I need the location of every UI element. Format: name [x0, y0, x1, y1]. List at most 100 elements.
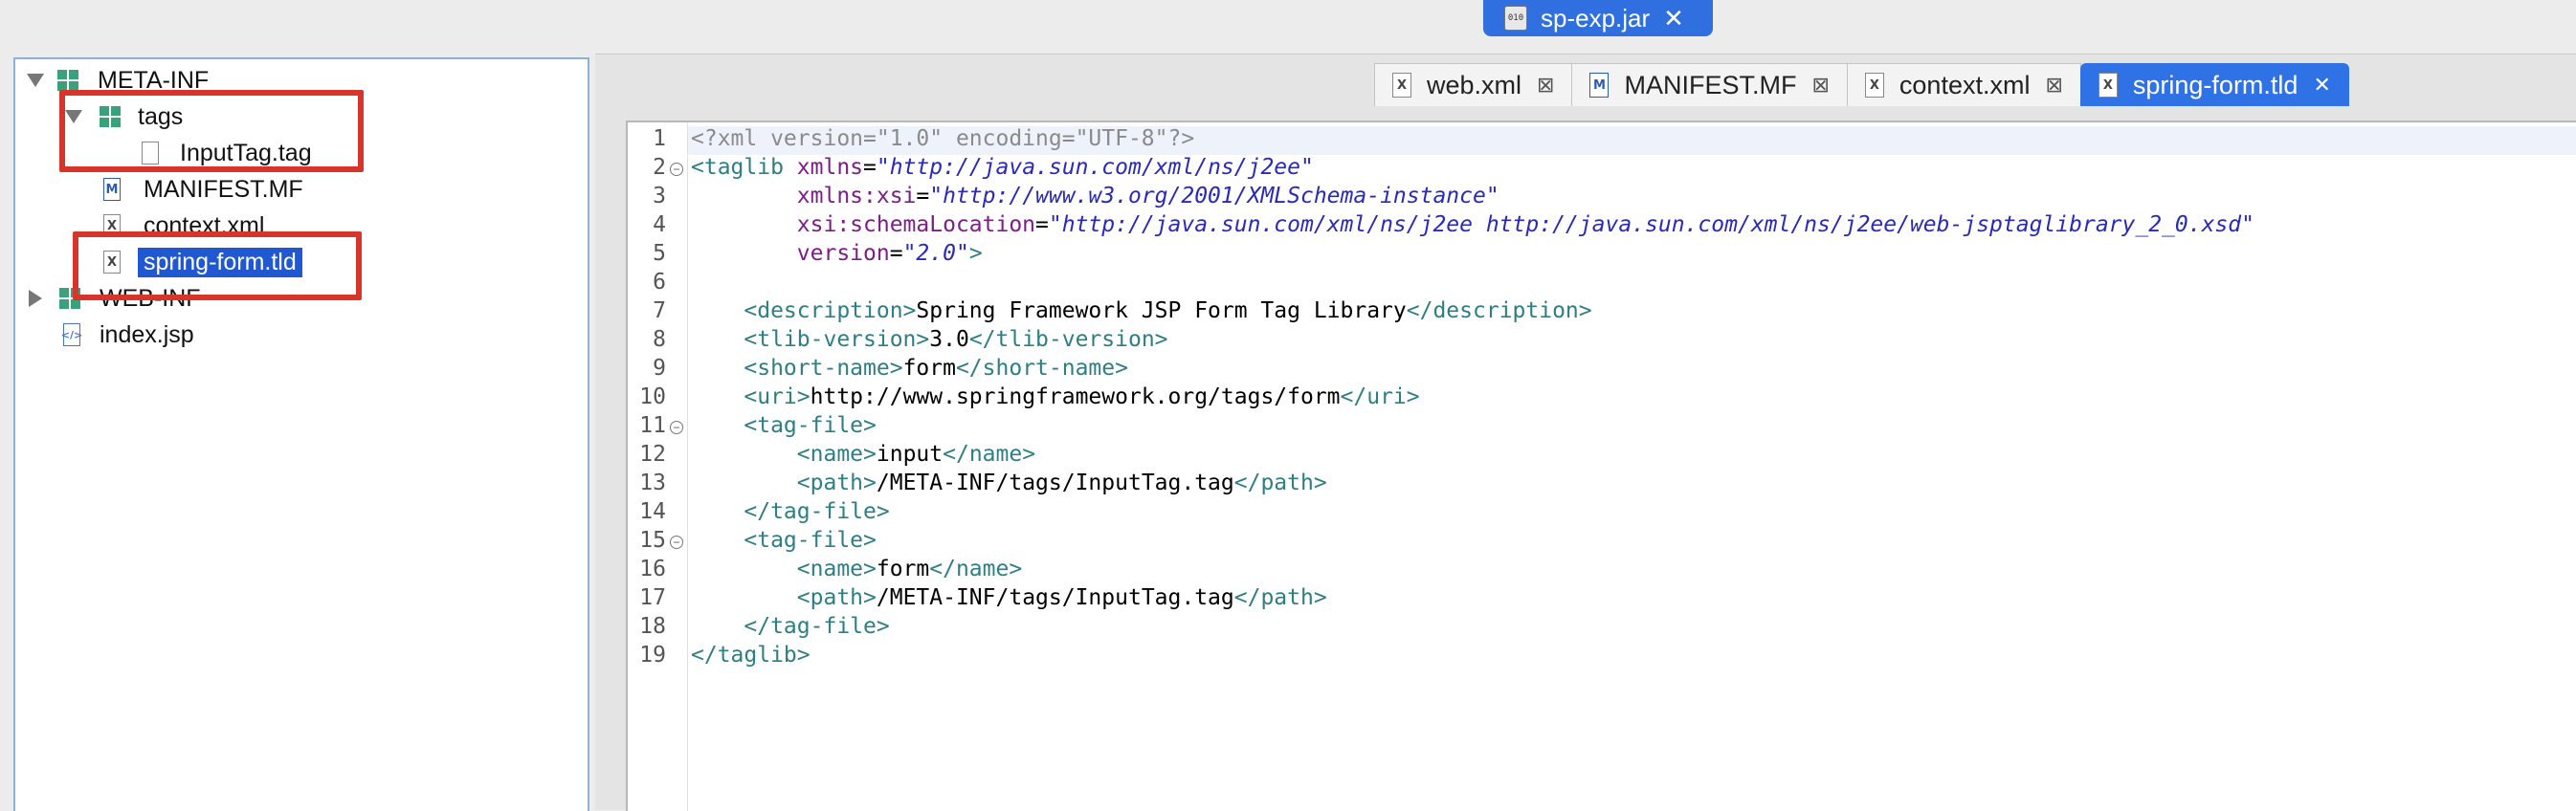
code-line: version="2.0"> [691, 241, 983, 266]
close-icon[interactable]: ✕ [1663, 4, 1684, 33]
code-token: </tlib-version> [968, 327, 1168, 352]
code-token: "http://java.sun.com/xml/ns/j2ee" [876, 155, 1314, 180]
code-token: </tag-file> [744, 499, 890, 524]
line-number: 1 [653, 126, 666, 151]
package-icon [57, 70, 78, 91]
jsp-file-icon: </> [61, 323, 82, 346]
code-token: <path> [796, 585, 877, 610]
xml-file-icon: X [2098, 73, 2118, 98]
line-number: 19 [639, 643, 666, 668]
code-token: xsi:schemaLocation [796, 212, 1036, 237]
code-token: <tag-file> [744, 528, 877, 553]
code-token: </short-name> [955, 356, 1128, 381]
code-token: </path> [1233, 471, 1327, 495]
code-token: = [889, 241, 903, 266]
code-token: http://www.springframework.org/tags/form [810, 384, 1341, 409]
xml-file-icon: X [1864, 73, 1884, 98]
code-token: <path> [796, 471, 877, 495]
code-line: <tag-file> [691, 413, 876, 438]
code-token: version [796, 241, 890, 266]
tab-context-xml[interactable]: X context.xml ⊠ [1846, 63, 2081, 106]
expand-arrow-icon[interactable] [27, 74, 44, 87]
line-number: 15 [639, 528, 666, 553]
highlight-box-tld [73, 231, 362, 300]
code-token: </taglib> [691, 643, 811, 668]
line-number: 7 [653, 298, 666, 323]
code-line: xmlns:xsi="http://www.w3.org/2001/XMLSch… [691, 184, 1499, 208]
collapse-arrow-icon[interactable] [29, 290, 42, 307]
code-line: <?xml version="1.0" encoding="UTF-8"?> [691, 126, 1194, 151]
line-number: 14 [639, 499, 666, 524]
code-token: "2.0" [902, 241, 969, 266]
code-token: /META-INF/tags/InputTag.tag [876, 585, 1234, 610]
code-token: <description> [744, 298, 917, 323]
tree-item-manifest[interactable]: M MANIFEST.MF [103, 172, 303, 207]
code-line: <taglib xmlns="http://java.sun.com/xml/n… [691, 155, 1314, 180]
line-number: 17 [639, 585, 666, 610]
code-line: <tlib-version>3.0</tlib-version> [691, 327, 1168, 352]
line-number: 18 [639, 614, 666, 639]
xml-file-icon: X [1392, 73, 1411, 98]
code-token: <name> [796, 557, 877, 581]
tab-label: context.xml [1899, 70, 2031, 99]
code-token: "http://java.sun.com/xml/ns/j2ee http://… [1048, 212, 2254, 237]
tree-item-index-jsp[interactable]: </> index.jsp [61, 318, 194, 352]
code-line: <path>/META-INF/tags/InputTag.tag</path> [691, 585, 1327, 610]
tree-item-label: MANIFEST.MF [144, 175, 303, 203]
close-icon[interactable]: ⊠ [1811, 73, 1829, 98]
fold-toggle-icon[interactable]: − [670, 536, 683, 549]
archive-tab-label: sp-exp.jar [1541, 3, 1651, 33]
line-number: 6 [653, 270, 666, 295]
tab-label: MANIFEST.MF [1624, 70, 1797, 99]
code-token: <taglib [691, 155, 797, 180]
line-number: 2 [653, 155, 666, 180]
jar-file-icon: 010 [1504, 6, 1527, 31]
code-token: </path> [1233, 585, 1327, 610]
tab-label: spring-form.tld [2132, 70, 2298, 99]
code-editor[interactable]: 1 2−3 4 5 6 7 8 9 10 11−12 13 14 15−16 17 18 19 <?xml v… [626, 121, 2576, 811]
code-token: <?xml version="1.0" encoding="UTF-8"?> [691, 126, 1195, 151]
manifest-file-icon: M [1589, 73, 1610, 98]
code-token: = [1035, 212, 1049, 237]
code-token: <uri> [744, 384, 811, 409]
close-icon[interactable]: ⊠ [2045, 73, 2062, 98]
close-icon[interactable]: ⊠ [1537, 73, 1554, 98]
code-line: xsi:schemaLocation="http://java.sun.com/… [691, 212, 2254, 237]
tree-item-label: index.jsp [100, 320, 194, 348]
code-line: <uri>http://www.springframework.org/tags… [691, 384, 1420, 409]
code-line: <name>input</name> [691, 442, 1035, 467]
code-token: form [902, 356, 956, 381]
code-token: </name> [929, 557, 1023, 581]
close-icon[interactable]: ✕ [2313, 73, 2330, 98]
fold-toggle-icon[interactable]: − [670, 163, 683, 176]
project-explorer: META-INF tags InputTag.tag M MANIFEST.MF… [13, 57, 589, 811]
fold-toggle-icon[interactable]: − [670, 421, 683, 434]
code-token: = [863, 155, 877, 180]
code-token: > [968, 241, 983, 266]
code-token: form [876, 557, 930, 581]
code-token: "http://www.w3.org/2001/XMLSchema-instan… [929, 184, 1499, 208]
code-token: /META-INF/tags/InputTag.tag [876, 471, 1234, 495]
line-number: 9 [653, 356, 666, 381]
code-token: <name> [796, 442, 877, 467]
code-token: input [876, 442, 944, 467]
line-number: 4 [653, 212, 666, 237]
archive-tab[interactable]: 010 sp-exp.jar ✕ [1483, 0, 1713, 36]
line-number: 12 [639, 442, 666, 467]
code-token: Spring Framework JSP Form Tag Library [916, 298, 1407, 323]
line-number: 8 [653, 327, 666, 352]
code-token: </uri> [1340, 384, 1420, 409]
line-number: 10 [639, 384, 666, 409]
line-number-gutter: 1 2−3 4 5 6 7 8 9 10 11−12 13 14 15−16 17 18 19 [628, 122, 688, 811]
highlight-box-tags [59, 90, 364, 172]
code-token: xmlns:xsi [796, 184, 917, 208]
code-token: </tag-file> [744, 614, 890, 639]
code-token: <tlib-version> [744, 327, 930, 352]
code-token: 3.0 [929, 327, 969, 352]
code-token: <short-name> [744, 356, 903, 381]
code-token: xmlns [796, 155, 864, 180]
tab-manifest-mf[interactable]: M MANIFEST.MF ⊠ [1571, 63, 1848, 106]
top-bar: 010 sp-exp.jar ✕ [0, 0, 2576, 43]
tab-spring-form-tld[interactable]: X spring-form.tld ✕ [2079, 63, 2349, 106]
tab-web-xml[interactable]: X web.xml ⊠ [1374, 63, 1573, 106]
